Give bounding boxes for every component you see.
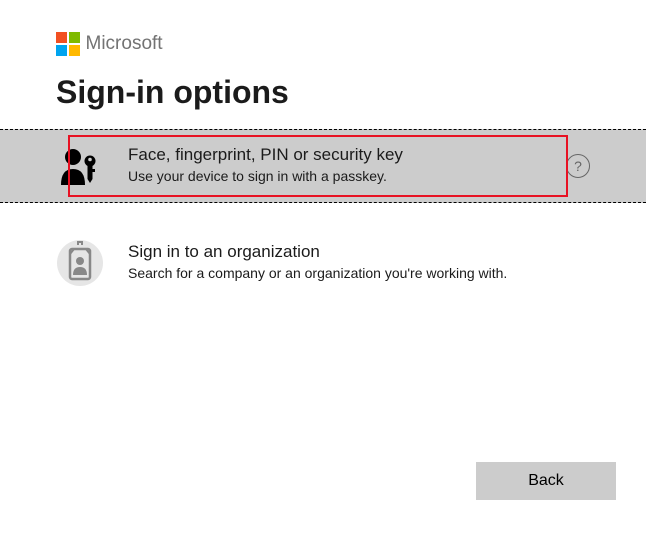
option-passkey-text: Face, fingerprint, PIN or security key U… — [128, 145, 542, 186]
brand-row: Microsoft — [56, 32, 590, 56]
header: Microsoft Sign-in options — [0, 32, 646, 111]
option-organization-title: Sign in to an organization — [128, 242, 590, 262]
microsoft-logo-icon — [56, 32, 80, 56]
option-passkey-desc: Use your device to sign in with a passke… — [128, 167, 542, 186]
option-organization-text: Sign in to an organization Search for a … — [128, 242, 590, 283]
brand-label: Microsoft — [86, 33, 163, 55]
option-organization[interactable]: Sign in to an organization Search for a … — [0, 227, 646, 299]
signin-options-panel: Microsoft Sign-in options Face, fingerpr… — [0, 0, 646, 299]
passkey-icon — [56, 142, 104, 190]
help-icon[interactable]: ? — [566, 154, 590, 178]
option-passkey-title: Face, fingerprint, PIN or security key — [128, 145, 542, 165]
page-title: Sign-in options — [56, 74, 590, 111]
footer: Back — [476, 462, 616, 500]
option-organization-desc: Search for a company or an organization … — [128, 264, 590, 283]
option-passkey[interactable]: Face, fingerprint, PIN or security key U… — [0, 129, 646, 203]
organization-badge-icon — [56, 239, 104, 287]
back-button[interactable]: Back — [476, 462, 616, 500]
